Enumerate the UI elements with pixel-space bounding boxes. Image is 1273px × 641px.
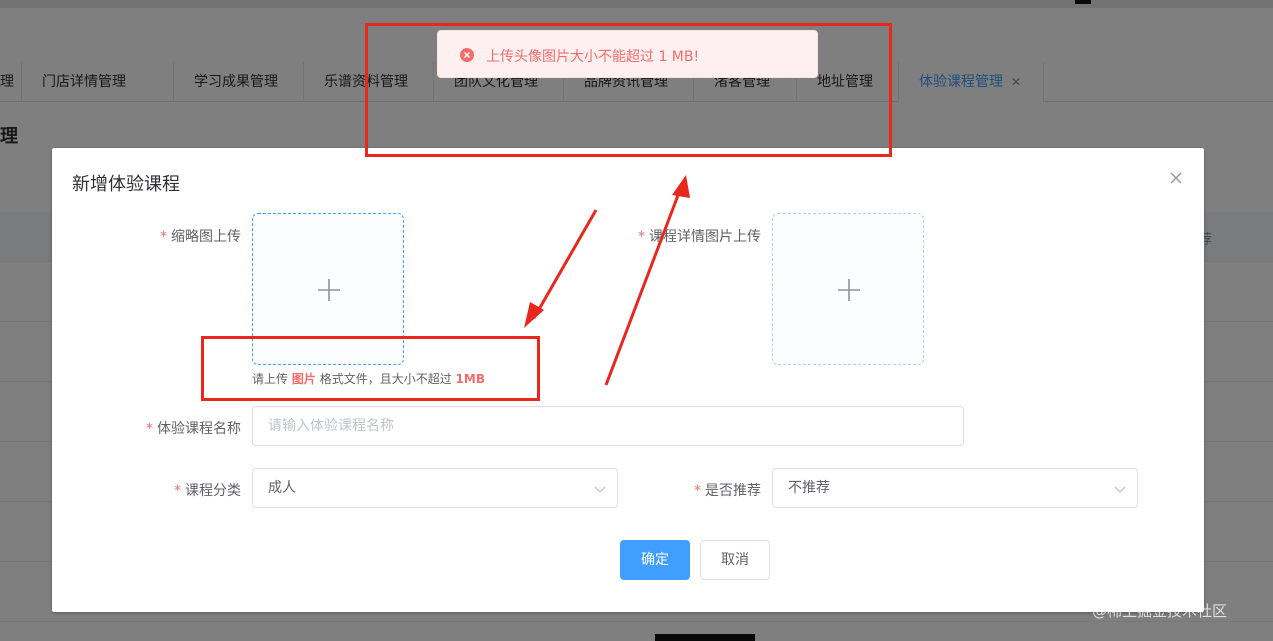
watermark: @稀土掘金技术社区 (1092, 602, 1228, 620)
annotation-arrows (524, 175, 690, 386)
arrow-to-toast (604, 175, 690, 386)
arrow-to-tip (524, 209, 598, 328)
